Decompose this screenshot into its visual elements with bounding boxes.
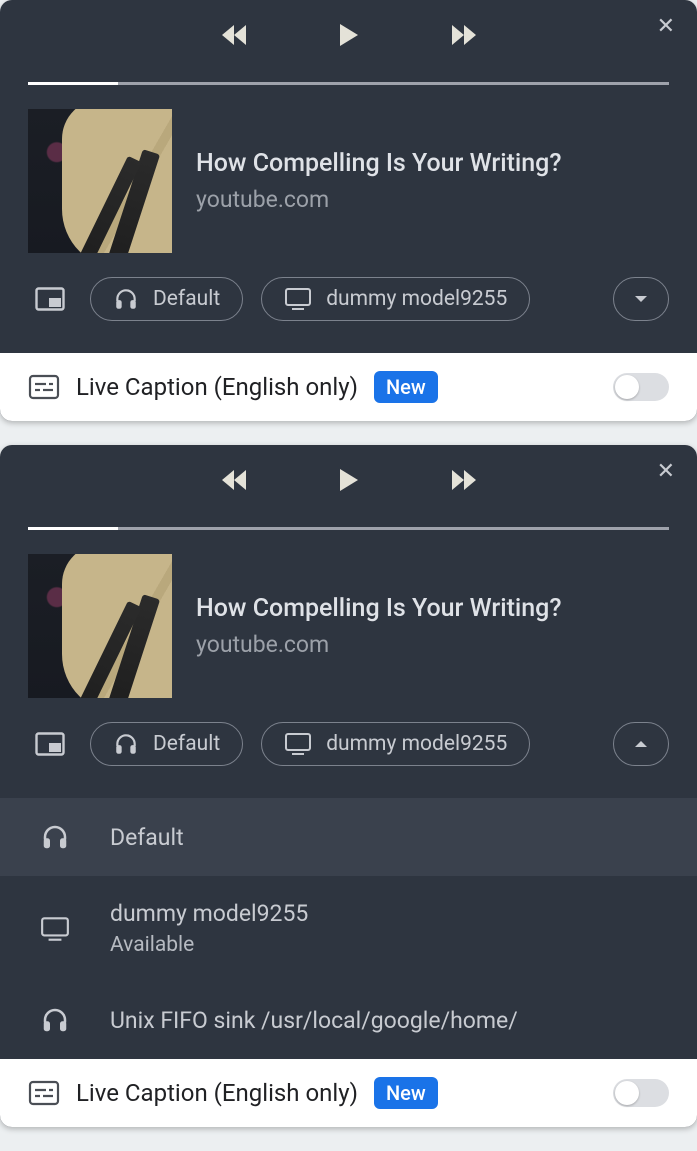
media-control-panel-expanded: ✕ How Compelling Is Your Writing? youtub… <box>0 445 697 1127</box>
actions-row: Default dummy model9255 <box>0 722 697 798</box>
media-info-row: How Compelling Is Your Writing? youtube.… <box>0 554 697 722</box>
display-output-pill[interactable]: dummy model9255 <box>261 277 530 321</box>
close-icon[interactable]: ✕ <box>657 461 675 483</box>
collapse-devices-button[interactable] <box>613 722 669 766</box>
audio-output-pill[interactable]: Default <box>90 722 243 766</box>
media-meta: How Compelling Is Your Writing? youtube.… <box>196 149 562 213</box>
device-item-fifo[interactable]: Unix FIFO sink /usr/local/google/home/ <box>0 981 697 1059</box>
caption-icon <box>28 1080 60 1106</box>
rewind-button[interactable] <box>220 23 250 47</box>
playback-controls: ✕ <box>0 0 697 82</box>
audio-output-pill[interactable]: Default <box>90 277 243 321</box>
live-caption-label: Live Caption (English only) <box>76 373 358 401</box>
media-control-panel-collapsed: ✕ How Compelling Is Your Writing? youtub… <box>0 0 697 421</box>
display-output-label: dummy model9255 <box>326 287 507 311</box>
rewind-button[interactable] <box>220 468 250 492</box>
pip-button[interactable] <box>28 277 72 321</box>
audio-output-label: Default <box>153 287 220 311</box>
live-caption-label: Live Caption (English only) <box>76 1079 358 1107</box>
device-label: Default <box>110 824 184 851</box>
forward-button[interactable] <box>448 468 478 492</box>
expand-devices-button[interactable] <box>613 277 669 321</box>
forward-button[interactable] <box>448 23 478 47</box>
media-source: youtube.com <box>196 631 562 658</box>
progress-bar[interactable] <box>28 527 669 530</box>
device-list: Default dummy model9255 Available Unix F… <box>0 798 697 1059</box>
device-item-display[interactable]: dummy model9255 Available <box>0 876 697 981</box>
audio-output-label: Default <box>153 732 220 756</box>
play-button[interactable] <box>338 467 360 493</box>
progress-fill <box>28 527 118 530</box>
progress-fill <box>28 82 118 85</box>
media-info-row: How Compelling Is Your Writing? youtube.… <box>0 109 697 277</box>
playback-controls: ✕ <box>0 445 697 527</box>
pip-button[interactable] <box>28 722 72 766</box>
live-caption-toggle[interactable] <box>613 373 669 401</box>
display-output-pill[interactable]: dummy model9255 <box>261 722 530 766</box>
media-source: youtube.com <box>196 186 562 213</box>
device-item-default[interactable]: Default <box>0 798 697 876</box>
new-badge: New <box>374 1077 438 1109</box>
live-caption-bar: Live Caption (English only) New <box>0 353 697 421</box>
caption-icon <box>28 374 60 400</box>
media-title: How Compelling Is Your Writing? <box>196 594 562 623</box>
chevron-up-icon <box>634 739 648 749</box>
close-icon[interactable]: ✕ <box>657 16 675 38</box>
display-output-label: dummy model9255 <box>326 732 507 756</box>
new-badge: New <box>374 371 438 403</box>
live-caption-bar: Live Caption (English only) New <box>0 1059 697 1127</box>
device-label: dummy model9255 <box>110 900 308 927</box>
live-caption-toggle[interactable] <box>613 1079 669 1107</box>
actions-row: Default dummy model9255 <box>0 277 697 353</box>
media-thumbnail <box>28 554 172 698</box>
display-icon <box>40 916 70 942</box>
media-title: How Compelling Is Your Writing? <box>196 149 562 178</box>
media-thumbnail <box>28 109 172 253</box>
progress-bar[interactable] <box>28 82 669 85</box>
headphones-icon <box>40 822 70 852</box>
device-label: Unix FIFO sink /usr/local/google/home/ <box>110 1007 518 1034</box>
headphones-icon <box>40 1005 70 1035</box>
media-meta: How Compelling Is Your Writing? youtube.… <box>196 594 562 658</box>
play-button[interactable] <box>338 22 360 48</box>
device-sublabel: Available <box>110 933 308 957</box>
chevron-down-icon <box>634 294 648 304</box>
